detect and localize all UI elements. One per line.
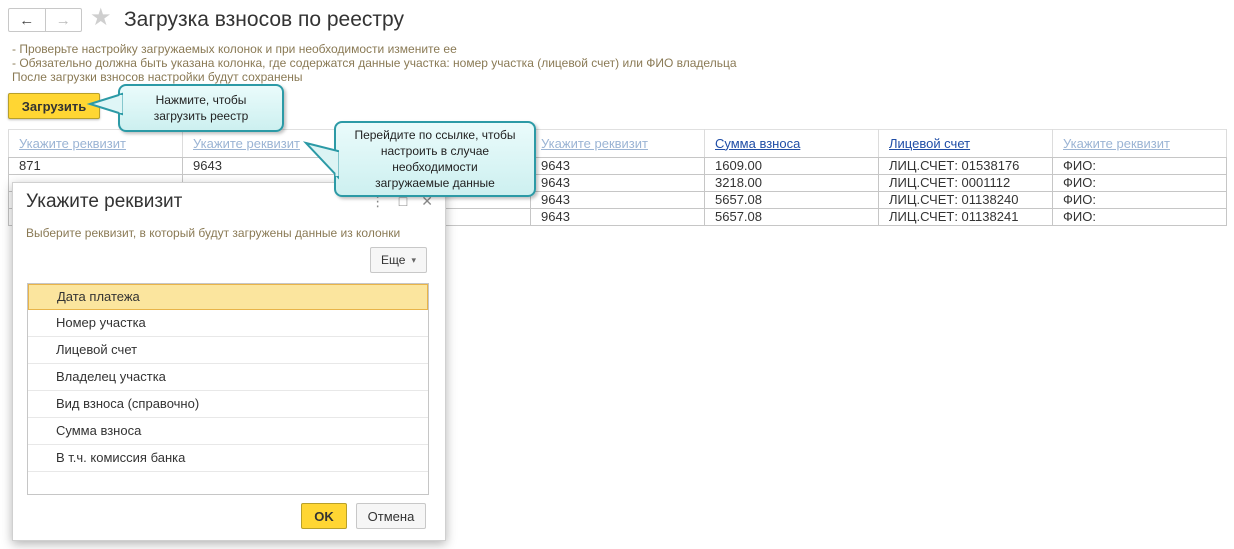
list-item[interactable]: Лицевой счет bbox=[28, 337, 428, 364]
hint-line-2: - Обязательно должна быть указана колонк… bbox=[12, 56, 737, 70]
table-cell: ЛИЦ.СЧЕТ: 01138240 bbox=[878, 191, 1053, 209]
table-cell: ЛИЦ.СЧЕТ: 01138241 bbox=[878, 208, 1053, 226]
cancel-button[interactable]: Отмена bbox=[356, 503, 426, 529]
list-item[interactable]: Сумма взноса bbox=[28, 418, 428, 445]
dialog-title: Укажите реквизит bbox=[26, 191, 183, 212]
column-header[interactable]: Укажите реквизит bbox=[530, 129, 705, 158]
arrow-left-icon: ← bbox=[19, 11, 35, 29]
list-item[interactable]: В т.ч. комиссия банка bbox=[28, 445, 428, 472]
list-item[interactable]: Номер участка bbox=[28, 310, 428, 337]
hint-line-3: После загрузки взносов настройки будут с… bbox=[12, 70, 303, 84]
nav-buttons: ← → bbox=[8, 8, 82, 32]
load-tooltip: Нажмите, чтобы загрузить реестр bbox=[86, 84, 284, 132]
table-cell: ФИО: bbox=[1052, 174, 1227, 192]
link-tooltip-line-4: загружаемые данные bbox=[375, 176, 495, 190]
table-cell: 9643 bbox=[530, 191, 705, 209]
select-attribute-dialog: Укажите реквизит ⋮ □ ✕ Выберите реквизит… bbox=[12, 182, 446, 541]
ok-button[interactable]: OK bbox=[301, 503, 347, 529]
table-row[interactable]: 871 9643 9643 1609.00 ЛИЦ.СЧЕТ: 01538176… bbox=[8, 157, 1227, 175]
table-cell: ФИО: bbox=[1052, 157, 1227, 175]
attribute-list[interactable]: Дата платежа Номер участка Лицевой счет … bbox=[27, 283, 429, 495]
table-cell: 9643 bbox=[530, 157, 705, 175]
table-header-row: Укажите реквизит Укажите реквизит Укажит… bbox=[8, 129, 1227, 158]
link-tooltip-line-3: необходимости bbox=[392, 160, 478, 174]
table-cell: ФИО: bbox=[1052, 208, 1227, 226]
load-tooltip-line-1: Нажмите, чтобы bbox=[155, 93, 247, 107]
column-header[interactable]: Сумма взноса bbox=[704, 129, 879, 158]
more-button-label: Еще bbox=[381, 253, 406, 267]
table-cell: 5657.08 bbox=[704, 191, 879, 209]
arrow-right-icon: → bbox=[55, 11, 71, 29]
table-cell: ЛИЦ.СЧЕТ: 0001112 bbox=[878, 174, 1053, 192]
list-item[interactable]: Дата платежа bbox=[28, 284, 428, 310]
favorite-star-icon[interactable]: ★ bbox=[90, 6, 112, 30]
table-cell: 3218.00 bbox=[704, 174, 879, 192]
column-header[interactable]: Лицевой счет bbox=[878, 129, 1053, 158]
page-title: Загрузка взносов по реестру bbox=[124, 8, 404, 31]
table-cell: ЛИЦ.СЧЕТ: 01538176 bbox=[878, 157, 1053, 175]
list-item[interactable]: Вид взноса (справочно) bbox=[28, 391, 428, 418]
table-cell: 9643 bbox=[530, 208, 705, 226]
column-header[interactable]: Укажите реквизит bbox=[1052, 129, 1227, 158]
table-cell: ФИО: bbox=[1052, 191, 1227, 209]
list-item[interactable]: Владелец участка bbox=[28, 364, 428, 391]
tooltip-pointer bbox=[86, 92, 123, 116]
table-cell: 871 bbox=[8, 157, 183, 175]
link-tooltip-line-1: Перейдите по ссылке, чтобы bbox=[354, 128, 516, 142]
more-button[interactable]: Еще ▾ bbox=[370, 247, 427, 273]
chevron-down-icon: ▾ bbox=[411, 254, 416, 265]
column-header[interactable]: Укажите реквизит bbox=[8, 129, 183, 158]
load-tooltip-line-2: загрузить реестр bbox=[153, 109, 249, 123]
dialog-subtitle: Выберите реквизит, в который будут загру… bbox=[26, 226, 401, 240]
table-cell: 5657.08 bbox=[704, 208, 879, 226]
load-button[interactable]: Загрузить bbox=[8, 93, 100, 119]
link-tooltip-line-2: настроить в случае bbox=[380, 144, 490, 158]
table-cell: 1609.00 bbox=[704, 157, 879, 175]
table-cell: 9643 bbox=[530, 174, 705, 192]
link-tooltip: Перейдите по ссылке, чтобы настроить в с… bbox=[302, 121, 536, 197]
tooltip-pointer bbox=[302, 141, 339, 180]
back-button[interactable]: ← bbox=[9, 9, 45, 31]
forward-button[interactable]: → bbox=[44, 9, 82, 31]
hint-line-1: - Проверьте настройку загружаемых колоно… bbox=[12, 42, 457, 56]
